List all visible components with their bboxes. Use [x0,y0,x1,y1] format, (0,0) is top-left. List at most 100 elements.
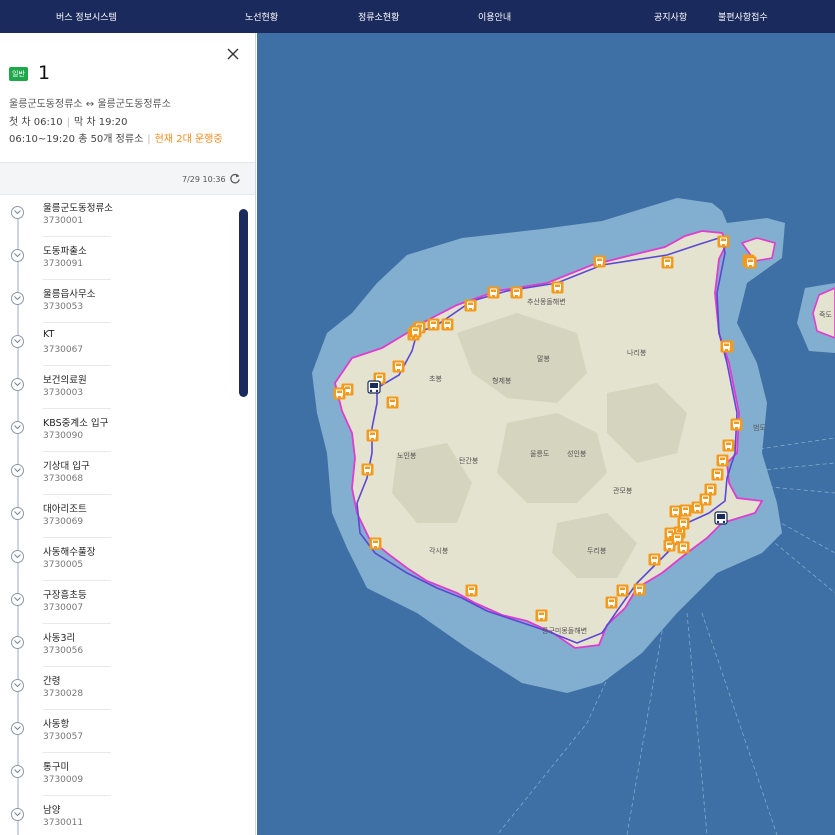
chevron-down-icon[interactable] [11,722,24,735]
stop-item[interactable]: 기상대 입구 3730068 [0,454,236,497]
bus-stop-marker-icon[interactable] [716,454,729,467]
bus-stop-marker-icon[interactable] [722,439,735,452]
stop-item[interactable]: 사동항 3730057 [0,712,236,755]
map-canvas: 추산몽돌해변 말봉 나리봉 초봉 형제봉 노인봉 탄간봉 울릉도 성인봉 관모봉… [312,198,835,835]
stop-item[interactable]: 보건의료원 3730003 [0,368,236,411]
bus-stop-marker-icon[interactable] [605,596,618,609]
bus-stop-marker-icon[interactable] [677,517,690,530]
close-icon[interactable] [226,47,240,61]
bus-stop-marker-icon[interactable] [409,325,422,338]
chevron-down-icon[interactable] [11,507,24,520]
chevron-down-icon[interactable] [11,249,24,262]
stop-name: 구장흥초등 [43,590,87,601]
site-brand[interactable]: 버스 정보시스템 [56,10,117,23]
bus-stop-marker-icon[interactable] [717,235,730,248]
chevron-down-icon[interactable] [11,464,24,477]
stop-item[interactable]: 울릉군도동정류소 3730001 [0,196,236,239]
stop-item[interactable]: 대아리조트 3730069 [0,497,236,540]
map-label: 죽도 [819,311,832,319]
chevron-down-icon[interactable] [11,808,24,821]
stop-item[interactable]: 사동해수풀장 3730005 [0,540,236,583]
stop-name: 보건의료원 [43,375,87,386]
bus-stop-marker-icon[interactable] [633,583,646,596]
stop-name: 대아리조트 [43,504,87,515]
bus-stop-marker-icon[interactable] [427,318,440,331]
chevron-down-icon[interactable] [11,593,24,606]
stop-list-scrollbar[interactable] [239,209,248,397]
bus-stop-marker-icon[interactable] [551,281,564,294]
bus-stop-marker-icon[interactable] [535,609,548,622]
bus-stop-marker-icon[interactable] [464,299,477,312]
nav-usage-guide[interactable]: 이용안내 [478,10,511,23]
nav-notice[interactable]: 공지사항 [654,10,687,23]
bus-vehicle-icon[interactable] [367,380,381,394]
stop-name: 도동파출소 [43,246,87,257]
stop-code: 3730053 [43,302,84,312]
bus-stop-marker-icon[interactable] [465,584,478,597]
route-map[interactable]: 추산몽돌해변 말봉 나리봉 초봉 형제봉 노인봉 탄간봉 울릉도 성인봉 관모봉… [257,33,835,835]
stop-code: 3730056 [43,646,84,656]
stop-name: 통구미 [43,762,70,773]
stop-item[interactable]: 통구미 3730009 [0,755,236,798]
bus-stop-marker-icon[interactable] [648,553,661,566]
bus-stop-marker-icon[interactable] [369,537,382,550]
stop-item[interactable]: KT 3730067 [0,325,236,368]
map-label: 범도 [753,423,766,432]
map-label: 말봉 [537,355,550,363]
bus-stop-marker-icon[interactable] [333,387,346,400]
stop-name: 사동항 [43,719,70,730]
divider [43,537,111,538]
stop-item[interactable]: KBS중계소 입구 3730090 [0,411,236,454]
bus-stop-marker-icon[interactable] [510,286,523,299]
bus-vehicle-icon[interactable] [714,511,728,525]
map-label: 울릉도 [530,450,550,458]
bus-stop-marker-icon[interactable] [704,483,717,496]
divider [43,236,111,237]
bus-stop-marker-icon[interactable] [441,318,454,331]
bus-stop-marker-icon[interactable] [677,541,690,554]
chevron-down-icon[interactable] [11,765,24,778]
refresh-icon[interactable] [229,173,241,185]
stop-item[interactable]: 간령 3730028 [0,669,236,712]
stop-code: 3730028 [43,689,84,699]
bus-stop-marker-icon[interactable] [616,584,629,597]
bus-stop-marker-icon[interactable] [730,418,743,431]
stop-item[interactable]: 사동3리 3730056 [0,626,236,669]
bus-stop-marker-icon[interactable] [711,468,724,481]
map-label: 통구미몽돌해변 [542,626,587,635]
stop-code: 3730067 [43,345,84,355]
nav-stop-status[interactable]: 정류소현황 [358,10,399,23]
bus-stop-marker-icon[interactable] [661,256,674,269]
stop-item[interactable]: 도동파출소 3730091 [0,239,236,282]
bus-stop-marker-icon[interactable] [386,396,399,409]
nav-route-status[interactable]: 노선현황 [245,10,278,23]
stop-name: 기상대 입구 [43,461,90,472]
nav-complaint[interactable]: 불편사항접수 [718,10,768,23]
chevron-down-icon[interactable] [11,206,24,219]
divider [43,795,111,796]
chevron-down-icon[interactable] [11,550,24,563]
stop-code: 3730005 [43,560,84,570]
stop-name: 울릉군도동정류소 [43,203,113,214]
bus-stop-marker-icon[interactable] [487,286,500,299]
stop-item[interactable]: 울릉읍사무소 3730053 [0,282,236,325]
bus-stop-marker-icon[interactable] [392,360,405,373]
chevron-down-icon[interactable] [11,292,24,305]
bus-stop-marker-icon[interactable] [744,256,757,269]
stop-item[interactable]: 구장흥초등 3730007 [0,583,236,626]
stop-name: KT [43,329,55,340]
bus-stop-marker-icon[interactable] [593,255,606,268]
chevron-down-icon[interactable] [11,335,24,348]
bus-stop-marker-icon[interactable] [720,340,733,353]
bus-stop-marker-icon[interactable] [366,429,379,442]
chevron-down-icon[interactable] [11,636,24,649]
first-bus-time: 첫 차 06:10 [9,117,63,128]
route-times: 첫 차 06:10 | 막 차 19:20 [9,117,128,128]
bus-stop-marker-icon[interactable] [361,463,374,476]
stop-item[interactable]: 남양 3730011 [0,798,236,835]
stop-code: 3730091 [43,259,84,269]
stop-code: 3730007 [43,603,84,613]
chevron-down-icon[interactable] [11,679,24,692]
chevron-down-icon[interactable] [11,421,24,434]
chevron-down-icon[interactable] [11,378,24,391]
